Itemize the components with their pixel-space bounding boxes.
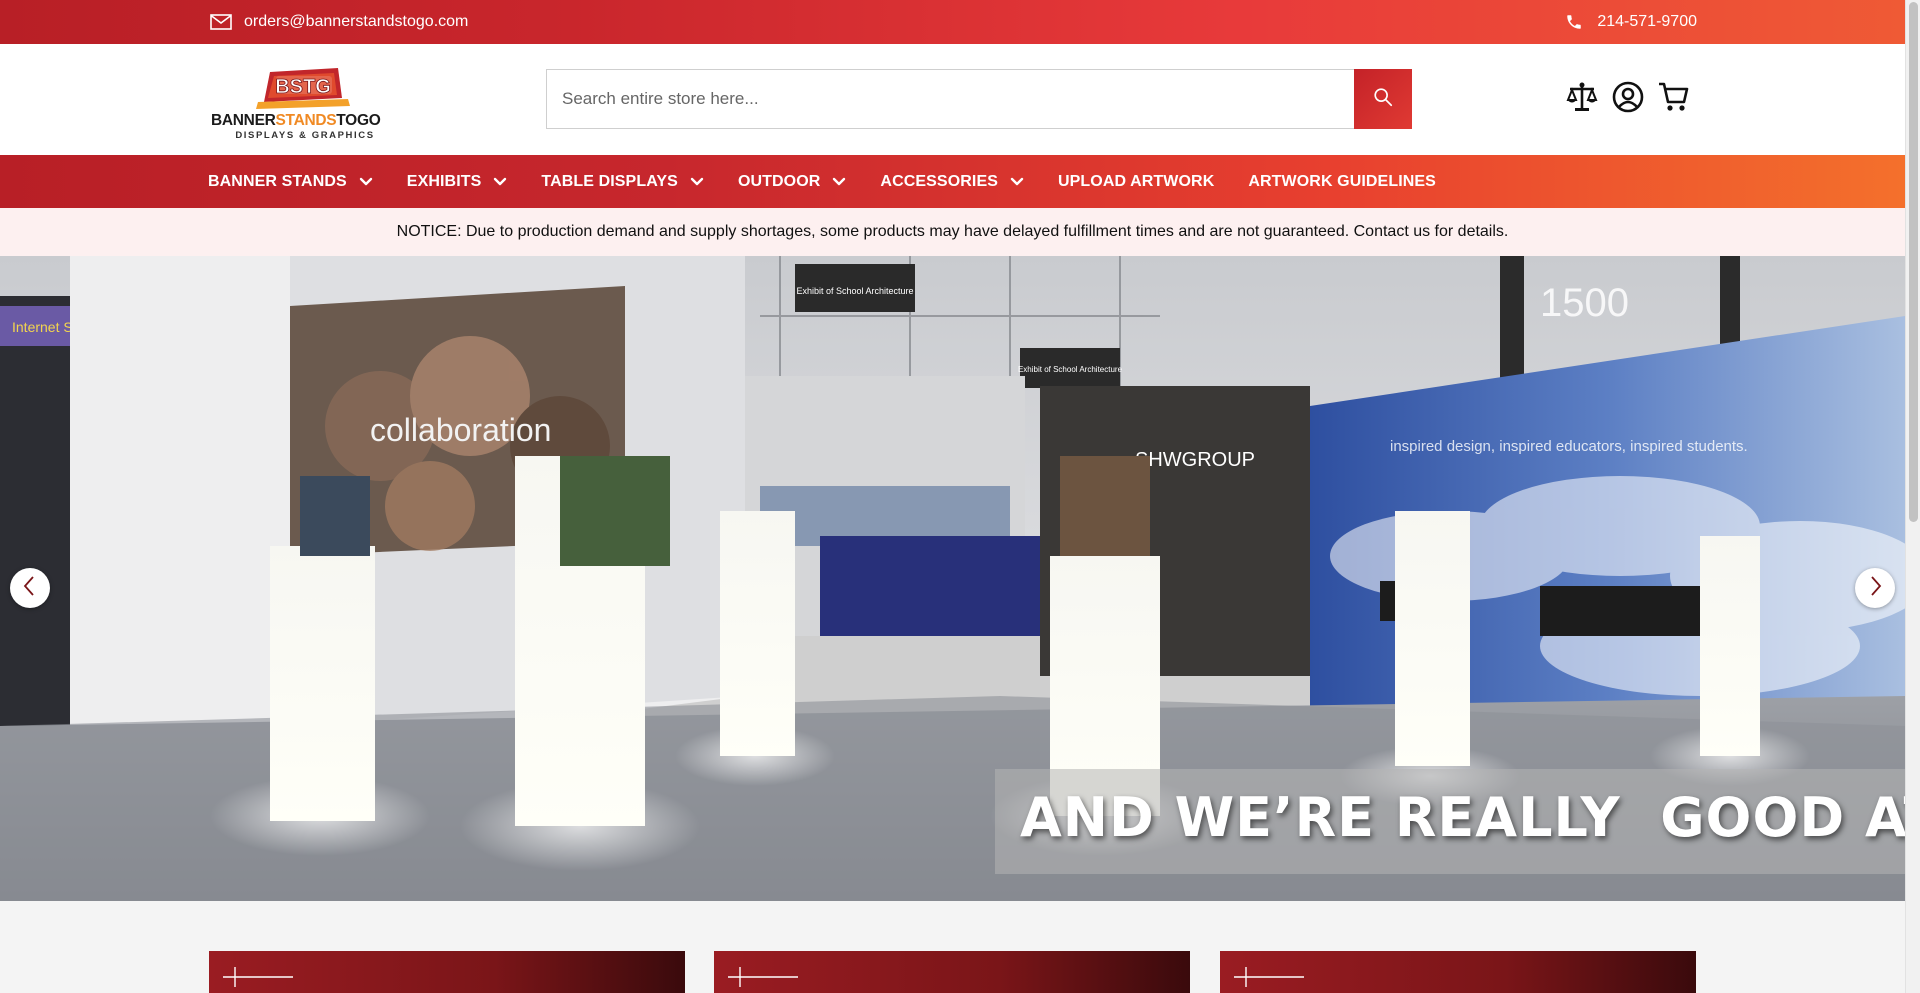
nav-item-banner-stands[interactable]: BANNER STANDS	[208, 173, 373, 191]
nav-list: BANNER STANDS EXHIBITS TABLE DISPLAYS OUTDO…	[208, 155, 1470, 208]
nav-item-upload-artwork[interactable]: UPLOAD ARTWORK	[1058, 173, 1214, 191]
nav-item-label: BANNER STANDS	[208, 172, 347, 190]
nav-item-label: OUTDOOR	[737, 172, 821, 190]
hero-caption: AND WE’RE REALLY GOOD AT IT	[1020, 786, 1905, 849]
scrollbar-thumb[interactable]	[1909, 2, 1918, 522]
booth-brand: SHWGROUP	[1135, 449, 1255, 471]
site-logo[interactable]: BSTG BANNERSTANDSTOGO DISPLAYS & GRAPHIC…	[210, 62, 400, 142]
chevron-down-icon	[1010, 177, 1024, 187]
chevron-down-icon	[359, 177, 373, 187]
hero-slider: 1500 1600 Exhibit of School Architecture…	[0, 256, 1905, 901]
phone-text: 214-571-9700	[1597, 13, 1697, 30]
site-header: BSTG BANNERSTANDSTOGO DISPLAYS & GRAPHIC…	[0, 44, 1905, 155]
hanging-sign-2: Exhibit of School Architecture	[1018, 365, 1123, 374]
chevron-left-icon	[21, 575, 39, 602]
nav-item-artwork-guidelines[interactable]: ARTWORK GUIDELINES	[1248, 173, 1436, 191]
card-decor-icon	[223, 967, 293, 987]
svg-text:BANNERSTANDSTOGO: BANNERSTANDSTOGO	[211, 112, 381, 129]
chevron-right-icon	[1866, 575, 1884, 602]
mail-icon	[210, 14, 232, 30]
category-card-1[interactable]	[209, 951, 685, 993]
email-text: orders@bannerstandstogo.com	[244, 13, 469, 30]
top-bar: orders@bannerstandstogo.com 214-571-9700	[0, 0, 1905, 44]
contact-email[interactable]: orders@bannerstandstogo.com	[210, 0, 468, 44]
booth-tagline: inspired design, inspired educators, ins…	[1390, 438, 1748, 455]
account-button[interactable]	[1609, 80, 1647, 118]
hero-next-button[interactable]	[1855, 568, 1895, 608]
phone-icon	[1565, 13, 1583, 31]
nav-item-label: ACCESSORIES	[880, 172, 998, 190]
nav-item-label: ARTWORK GUIDELINES	[1248, 172, 1436, 190]
hanging-sign-1: Exhibit of School Architecture	[796, 286, 913, 296]
nav-item-label: TABLE DISPLAYS	[541, 172, 678, 190]
cart-icon	[1657, 80, 1691, 119]
hall-number-1500: 1500	[1540, 281, 1629, 325]
logo-part-banner: BANNER	[211, 112, 276, 129]
nav-item-table-displays[interactable]: TABLE DISPLAYS	[541, 173, 704, 191]
category-card-2[interactable]	[714, 951, 1190, 993]
chevron-down-icon	[832, 177, 846, 187]
account-icon	[1611, 80, 1645, 119]
compare-button[interactable]	[1563, 80, 1601, 118]
notice-banner: NOTICE: Due to production demand and sup…	[0, 208, 1905, 256]
search-button[interactable]	[1354, 69, 1412, 129]
search-bar	[546, 69, 1412, 129]
cart-button[interactable]	[1655, 80, 1693, 118]
nav-item-exhibits[interactable]: EXHIBITS	[407, 173, 508, 191]
banner-word: collaboration	[370, 412, 551, 448]
page: orders@bannerstandstogo.com 214-571-9700…	[0, 0, 1905, 993]
logo-badge: BSTG	[275, 76, 331, 98]
notice-text: NOTICE: Due to production demand and sup…	[396, 223, 1509, 240]
card-decor-icon	[728, 967, 798, 987]
logo-part-stands: STANDS	[276, 112, 337, 129]
nav-item-outdoor[interactable]: OUTDOOR	[738, 173, 846, 191]
category-card-3[interactable]	[1220, 951, 1696, 993]
chevron-down-icon	[493, 177, 507, 187]
contact-phone[interactable]: 214-571-9700	[1565, 0, 1697, 44]
page-scrollbar[interactable]	[1905, 0, 1920, 993]
nav-item-label: UPLOAD ARTWORK	[1058, 172, 1215, 190]
hero-prev-button[interactable]	[10, 568, 50, 608]
nav-item-label: EXHIBITS	[406, 172, 482, 190]
search-icon	[1372, 86, 1394, 113]
main-nav: BANNER STANDS EXHIBITS TABLE DISPLAYS OUTDO…	[0, 155, 1905, 208]
card-decor-icon	[1234, 967, 1304, 987]
chevron-down-icon	[690, 177, 704, 187]
logo-part-togo: TOGO	[336, 112, 380, 129]
nav-item-accessories[interactable]: ACCESSORIES	[880, 173, 1024, 191]
search-input[interactable]	[546, 69, 1354, 129]
compare-icon	[1565, 80, 1599, 119]
logo-tagline: DISPLAYS & GRAPHICS	[235, 130, 374, 141]
